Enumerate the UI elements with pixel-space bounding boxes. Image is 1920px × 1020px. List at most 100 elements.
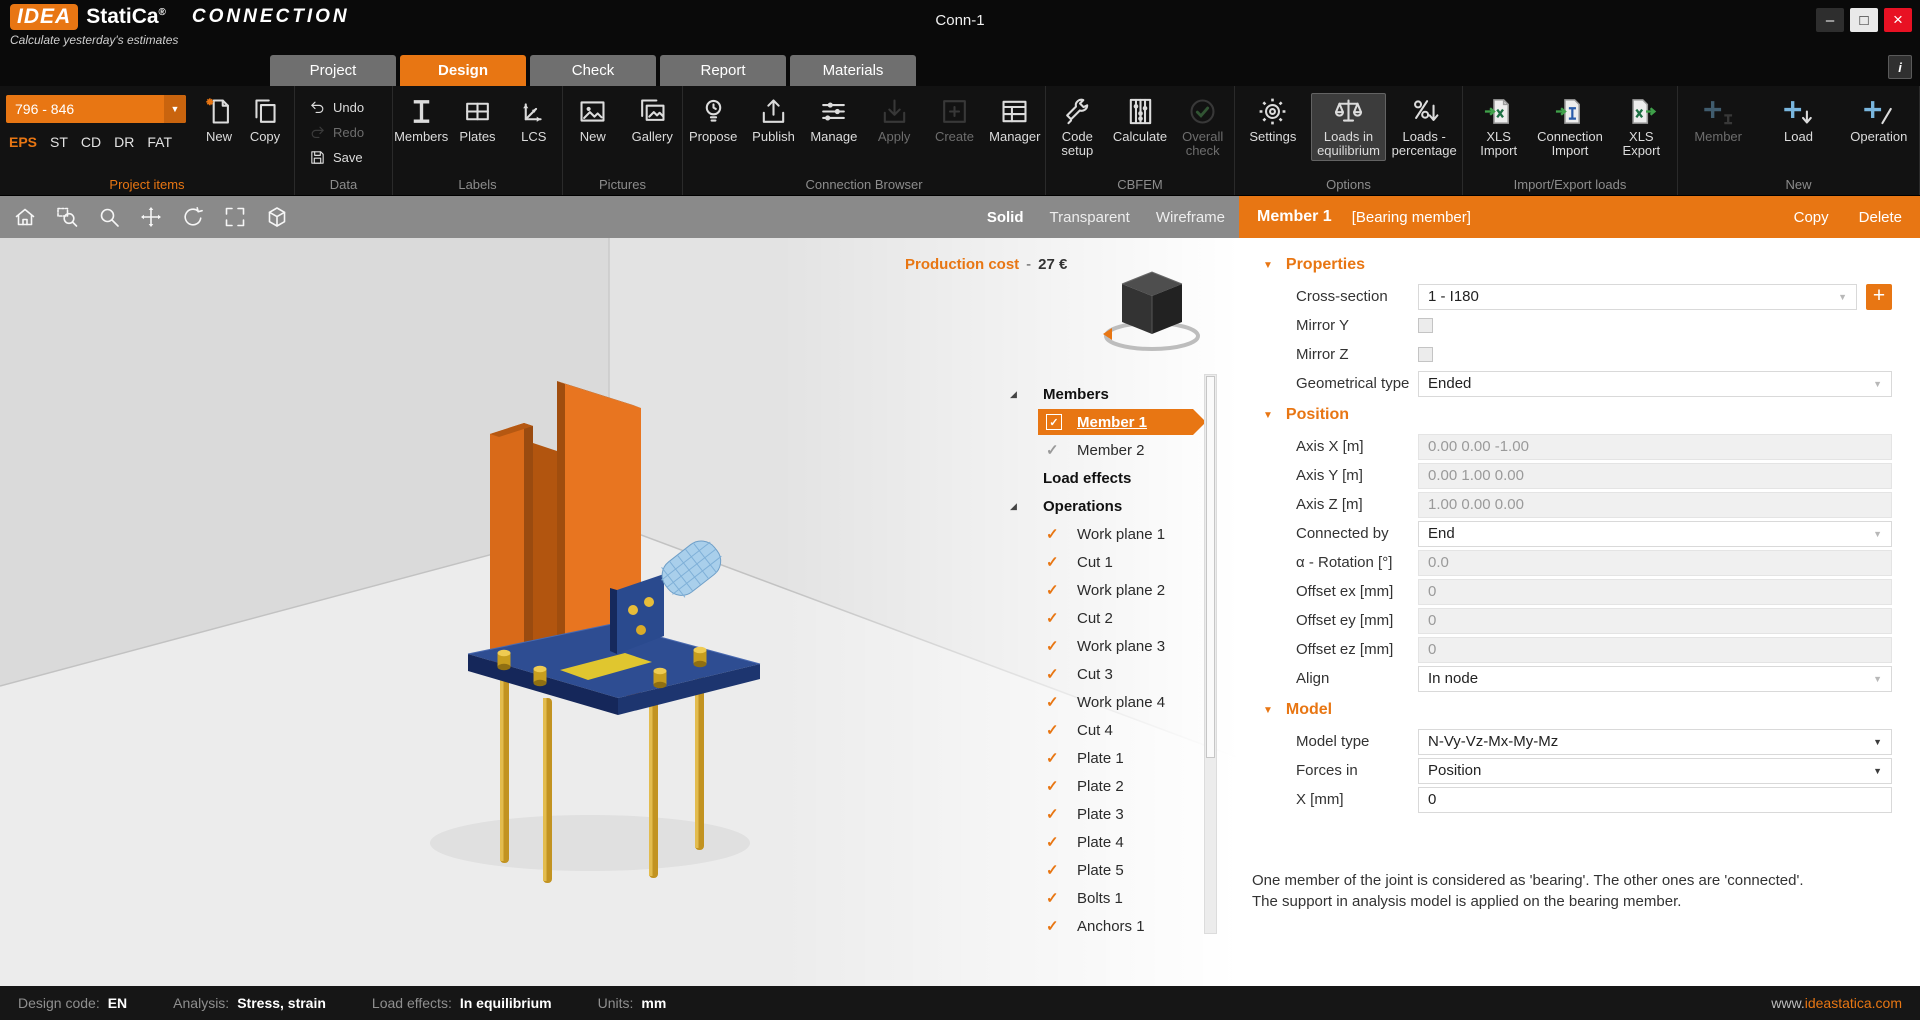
analysis-type-dr[interactable]: DR xyxy=(114,134,134,150)
analysis-type-fat[interactable]: FAT xyxy=(147,134,172,150)
tree-item-operations[interactable]: ◢Operations xyxy=(1000,492,1230,520)
tab-materials[interactable]: Materials xyxy=(790,55,916,86)
options-loads-in-equilibrium-button[interactable]: Loads in equilibrium xyxy=(1311,93,1387,161)
connection-browser-propose-button[interactable]: Propose xyxy=(683,93,743,147)
navigation-cube[interactable] xyxy=(1095,262,1215,372)
tree-item-plate-4[interactable]: ✓Plate 4 xyxy=(1000,828,1230,856)
mirror-z-checkbox[interactable] xyxy=(1418,347,1433,362)
viewport-3d[interactable]: Production cost-27 € ◢Members✓Member 1✓M… xyxy=(0,238,1239,986)
close-button[interactable]: × xyxy=(1884,8,1912,32)
project-item-selector[interactable]: 796 - 846▼ xyxy=(6,95,186,123)
tree-item-cut-2[interactable]: ✓Cut 2 xyxy=(1000,604,1230,632)
pictures-gallery-button[interactable]: Gallery xyxy=(623,93,683,147)
connection-browser-create-button[interactable]: Create xyxy=(924,93,984,147)
labels-members-button[interactable]: Members xyxy=(393,93,449,147)
data-undo-button[interactable]: Undo xyxy=(309,99,392,116)
zoom-window-tool-button[interactable] xyxy=(52,202,82,232)
tree-item-work-plane-4[interactable]: ✓Work plane 4 xyxy=(1000,688,1230,716)
forces-in-select[interactable]: Position▼ xyxy=(1418,758,1892,784)
import-export-loads-xls-export-button[interactable]: XLS Export xyxy=(1606,93,1677,161)
project-items-copy-button[interactable]: Copy xyxy=(242,93,288,147)
cbfem-calculate-button[interactable]: Calculate xyxy=(1109,93,1172,147)
tree-item-load-effects[interactable]: Load effects xyxy=(1000,464,1230,492)
tab-check[interactable]: Check xyxy=(530,55,656,86)
zoom-tool-button[interactable] xyxy=(94,202,124,232)
tree-item-plate-3[interactable]: ✓Plate 3 xyxy=(1000,800,1230,828)
cbfem-overall-check-button[interactable]: Overall check xyxy=(1171,93,1234,161)
view-mode-solid[interactable]: Solid xyxy=(987,209,1024,226)
tree-item-members[interactable]: ◢Members xyxy=(1000,380,1230,408)
data-redo-button[interactable]: Redo xyxy=(309,124,392,141)
tree-item-cut-1[interactable]: ✓Cut 1 xyxy=(1000,548,1230,576)
check-icon: ✓ xyxy=(1046,609,1059,627)
info-button[interactable]: i xyxy=(1888,55,1912,79)
tree-item-work-plane-2[interactable]: ✓Work plane 2 xyxy=(1000,576,1230,604)
tree-item-plate-2[interactable]: ✓Plate 2 xyxy=(1000,772,1230,800)
maximize-button[interactable]: □ xyxy=(1850,8,1878,32)
section-header-model[interactable]: ▼Model xyxy=(1239,693,1920,727)
tree-scrollbar[interactable] xyxy=(1204,374,1217,934)
home-tool-button[interactable] xyxy=(10,202,40,232)
tree-item-work-plane-1[interactable]: ✓Work plane 1 xyxy=(1000,520,1230,548)
analysis-type-cd[interactable]: CD xyxy=(81,134,101,150)
zoom-window-icon xyxy=(55,205,79,229)
connection-browser-apply-button[interactable]: Apply xyxy=(864,93,924,147)
tree-item-plate-5[interactable]: ✓Plate 5 xyxy=(1000,856,1230,884)
analysis-type-eps[interactable]: EPS xyxy=(9,134,37,150)
data-save-button[interactable]: Save xyxy=(309,149,392,166)
labels-lcs-button[interactable]: LCS xyxy=(506,93,562,147)
pan-tool-button[interactable] xyxy=(136,202,166,232)
section-header-position[interactable]: ▼Position xyxy=(1239,398,1920,432)
analysis-type-st[interactable]: ST xyxy=(50,134,68,150)
tree-expand-icon[interactable]: ◢ xyxy=(1010,501,1017,512)
zoom-fit-tool-button[interactable] xyxy=(220,202,250,232)
chevron-down-icon: ▼ xyxy=(164,95,186,123)
clipping-box-tool-button[interactable] xyxy=(262,202,292,232)
orbit-tool-button[interactable] xyxy=(178,202,208,232)
tree-item-cut-4[interactable]: ✓Cut 4 xyxy=(1000,716,1230,744)
labels-plates-button[interactable]: Plates xyxy=(449,93,505,147)
view-mode-transparent[interactable]: Transparent xyxy=(1050,209,1130,226)
tab-design[interactable]: Design xyxy=(400,55,526,86)
tab-project[interactable]: Project xyxy=(270,55,396,86)
tree-item-member-2[interactable]: ✓Member 2 xyxy=(1000,436,1230,464)
minimize-button[interactable]: – xyxy=(1816,8,1844,32)
copy-member-button[interactable]: Copy xyxy=(1794,209,1829,226)
new-load-button[interactable]: Load xyxy=(1758,93,1838,147)
website-link[interactable]: www.ideastatica.com xyxy=(1771,995,1902,1011)
member-visibility-checkbox[interactable]: ✓ xyxy=(1046,414,1062,430)
options-settings-button[interactable]: Settings xyxy=(1235,93,1311,147)
project-items-new-button[interactable]: New xyxy=(196,93,242,147)
mirror-y-checkbox[interactable] xyxy=(1418,318,1433,333)
geometrical-type-select[interactable]: Ended▼ xyxy=(1418,371,1892,397)
prop-row-mirror-z: Mirror Z xyxy=(1239,340,1920,369)
import-export-loads-xls-import-button[interactable]: XLS Import xyxy=(1463,93,1534,161)
tree-expand-icon[interactable]: ◢ xyxy=(1010,389,1017,400)
import-export-loads-connection-import-button[interactable]: Connection Import xyxy=(1534,93,1605,161)
tab-report[interactable]: Report xyxy=(660,55,786,86)
align-select[interactable]: In node▼ xyxy=(1418,666,1892,692)
section-header-properties[interactable]: ▼Properties xyxy=(1239,248,1920,282)
connection-browser-publish-button[interactable]: Publish xyxy=(743,93,803,147)
cross-section-select[interactable]: 1 - I180▼ xyxy=(1418,284,1857,310)
connected-by-select[interactable]: End▼ xyxy=(1418,521,1892,547)
view-mode-wireframe[interactable]: Wireframe xyxy=(1156,209,1225,226)
connection-browser-manage-button[interactable]: Manage xyxy=(804,93,864,147)
model-type-select[interactable]: N-Vy-Vz-Mx-My-Mz▼ xyxy=(1418,729,1892,755)
tree-item-anchors-1[interactable]: ✓Anchors 1 xyxy=(1000,912,1230,940)
tree-item-member-1[interactable]: ✓Member 1 xyxy=(1000,408,1230,436)
tree-item-bolts-1[interactable]: ✓Bolts 1 xyxy=(1000,884,1230,912)
delete-member-button[interactable]: Delete xyxy=(1859,209,1902,226)
new-member-button[interactable]: Member xyxy=(1678,93,1758,147)
tree-item-work-plane-3[interactable]: ✓Work plane 3 xyxy=(1000,632,1230,660)
tree-item-cut-3[interactable]: ✓Cut 3 xyxy=(1000,660,1230,688)
new-operation-button[interactable]: Operation xyxy=(1839,93,1919,147)
cbfem-code-setup-button[interactable]: Code setup xyxy=(1046,93,1109,161)
scrollbar-thumb[interactable] xyxy=(1206,376,1215,758)
x-mm-input[interactable] xyxy=(1418,787,1892,813)
pictures-new-button[interactable]: New xyxy=(563,93,623,147)
options-loads-percentage-button[interactable]: Loads - percentage xyxy=(1386,93,1462,161)
tree-item-plate-1[interactable]: ✓Plate 1 xyxy=(1000,744,1230,772)
connection-browser-manager-button[interactable]: Manager xyxy=(985,93,1045,147)
add-cross-section-button[interactable]: + xyxy=(1866,284,1892,310)
